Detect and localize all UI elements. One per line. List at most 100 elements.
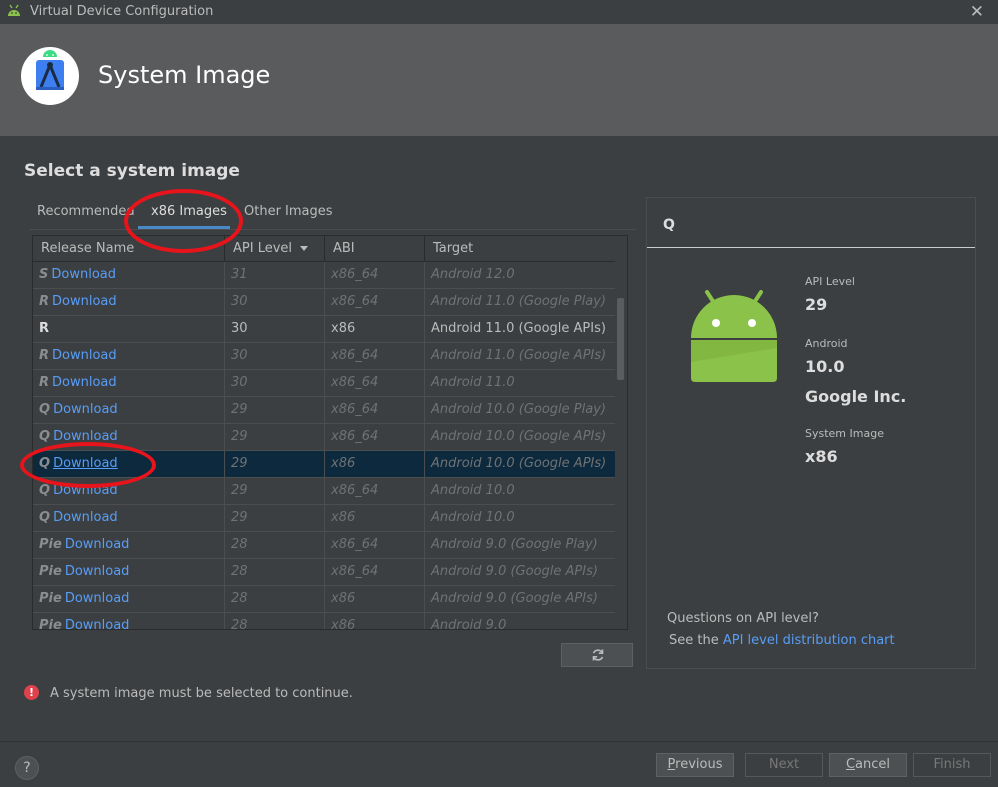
api-level-cell: 28 — [225, 559, 325, 585]
abi-cell: x86 — [325, 316, 425, 342]
table-row[interactable]: Q Download 29 x86_64 Android 10.0 (Google AP… — [33, 424, 615, 451]
android-robot-icon — [691, 290, 777, 382]
download-link[interactable]: Download — [65, 537, 130, 552]
download-link[interactable]: Download — [51, 267, 116, 282]
release-codename: Q — [39, 402, 51, 417]
table-row[interactable]: Q Download 29 x86 Android 10.0 — [33, 505, 615, 532]
column-header-abi[interactable]: ABI — [325, 236, 425, 261]
table-row[interactable]: Pie Download 28 x86_64 Android 9.0 (Google P… — [33, 532, 615, 559]
error-message: A system image must be selected to conti… — [50, 686, 353, 701]
api-level-cell: 30 — [225, 370, 325, 396]
section-title: Select a system image — [24, 161, 240, 181]
system-image-table: Release Name API Level ABI Target S Downl… — [32, 235, 628, 630]
tab-recommended[interactable]: Recommended — [37, 204, 135, 219]
tab-x86-images[interactable]: x86 Images — [151, 204, 227, 219]
release-name-cell: S Download — [33, 262, 225, 288]
api-level-cell: 29 — [225, 451, 325, 477]
sort-descending-icon — [300, 246, 309, 251]
title-bar: Virtual Device Configuration ✕ — [0, 0, 998, 24]
api-level-cell: 29 — [225, 478, 325, 504]
release-codename: Q — [39, 429, 51, 444]
download-link[interactable]: Download — [53, 456, 118, 471]
release-codename: S — [39, 267, 49, 282]
release-codename: Pie — [39, 618, 62, 630]
release-name-cell: R Download — [33, 370, 225, 396]
table-row[interactable]: R Download 30 x86_64 Android 11.0 — [33, 370, 615, 397]
target-cell: Android 9.0 (Google Play) — [431, 537, 598, 552]
android-head-icon — [8, 4, 20, 16]
tab-other-images[interactable]: Other Images — [244, 204, 333, 219]
table-row[interactable]: S Download 31 x86_64 Android 12.0 — [33, 262, 615, 289]
close-icon[interactable]: ✕ — [970, 2, 984, 22]
target-cell: Android 11.0 (Google APIs) — [431, 321, 606, 336]
table-row[interactable]: Pie Download 28 x86_64 Android 9.0 (Google A… — [33, 559, 615, 586]
next-button[interactable]: Next — [745, 753, 823, 777]
target-cell: Android 10.0 (Google Play) — [431, 402, 606, 417]
vendor-value: Google Inc. — [805, 387, 907, 406]
refresh-button[interactable] — [561, 643, 633, 667]
release-codename: Pie — [39, 537, 62, 552]
release-codename: Q — [39, 456, 51, 471]
table-row[interactable]: R Download 30 x86_64 Android 11.0 (Google AP… — [33, 343, 615, 370]
download-link[interactable]: Download — [52, 348, 117, 363]
abi-cell: x86_64 — [325, 559, 425, 585]
download-link[interactable]: Download — [65, 618, 130, 629]
column-header-api-level[interactable]: API Level — [225, 236, 325, 261]
table-row[interactable]: Pie Download 28 x86 Android 9.0 (Google APIs… — [33, 586, 615, 613]
table-row[interactable]: Q Download 29 x86_64 Android 10.0 — [33, 478, 615, 505]
download-link[interactable]: Download — [53, 510, 118, 525]
release-name-cell: Pie Download — [33, 532, 225, 558]
column-header-target[interactable]: Target — [425, 236, 615, 261]
column-header-release-name[interactable]: Release Name — [33, 236, 225, 261]
cancel-button[interactable]: Cancel — [829, 753, 907, 777]
download-link[interactable]: Download — [53, 402, 118, 417]
scrollbar-thumb[interactable] — [617, 298, 624, 380]
abi-cell: x86_64 — [325, 397, 425, 423]
android-studio-icon — [21, 47, 79, 105]
table-row[interactable]: R 30 x86 Android 11.0 (Google APIs) — [33, 316, 615, 343]
previous-button[interactable]: Previous — [656, 753, 734, 777]
api-level-cell: 28 — [225, 613, 325, 629]
download-link[interactable]: Download — [53, 483, 118, 498]
api-level-cell: 31 — [225, 262, 325, 288]
android-version-value: 10.0 — [805, 357, 845, 376]
release-name-cell: Q Download — [33, 451, 225, 477]
wizard-header: System Image — [0, 24, 998, 136]
error-icon: ! — [24, 685, 39, 700]
target-cell: Android 10.0 (Google APIs) — [431, 429, 607, 444]
finish-button[interactable]: Finish — [913, 753, 991, 777]
abi-cell: x86 — [325, 505, 425, 531]
release-name-cell: R — [33, 316, 225, 342]
target-cell: Android 9.0 (Google APIs) — [431, 564, 598, 579]
download-link[interactable]: Download — [52, 375, 117, 390]
abi-cell: x86_64 — [325, 343, 425, 369]
help-icon[interactable]: ? — [15, 756, 39, 780]
table-row[interactable]: Pie Download 28 x86 Android 9.0 — [33, 613, 615, 630]
release-name-cell: R Download — [33, 289, 225, 315]
release-name-cell: Pie Download — [33, 559, 225, 585]
download-link[interactable]: Download — [65, 564, 130, 579]
release-codename: Q — [39, 510, 51, 525]
api-question-text: Questions on API level? — [667, 611, 819, 626]
system-image-value: x86 — [805, 447, 838, 466]
download-link[interactable]: Download — [65, 591, 130, 606]
release-name-cell: Q Download — [33, 397, 225, 423]
table-row[interactable]: Q Download 29 x86 Android 10.0 (Google APIs) — [33, 451, 615, 478]
table-row[interactable]: Q Download 29 x86_64 Android 10.0 (Google Pl… — [33, 397, 615, 424]
table-scrollbar[interactable] — [617, 262, 625, 627]
window-title: Virtual Device Configuration — [30, 4, 214, 19]
release-codename: Q — [39, 483, 51, 498]
release-codename: Pie — [39, 564, 62, 579]
table-row[interactable]: R Download 30 x86_64 Android 11.0 (Google Pl… — [33, 289, 615, 316]
download-link[interactable]: Download — [52, 294, 117, 309]
dialog-footer: ? Previous Next Cancel Finish — [0, 741, 998, 787]
abi-cell: x86_64 — [325, 424, 425, 450]
release-codename: R — [39, 375, 50, 390]
release-codename: R — [39, 321, 50, 336]
target-cell: Android 12.0 — [431, 267, 515, 282]
abi-cell: x86_64 — [325, 289, 425, 315]
api-level-cell: 28 — [225, 532, 325, 558]
api-distribution-chart-link[interactable]: API level distribution chart — [723, 633, 895, 648]
download-link[interactable]: Download — [53, 429, 118, 444]
refresh-icon — [592, 649, 604, 661]
